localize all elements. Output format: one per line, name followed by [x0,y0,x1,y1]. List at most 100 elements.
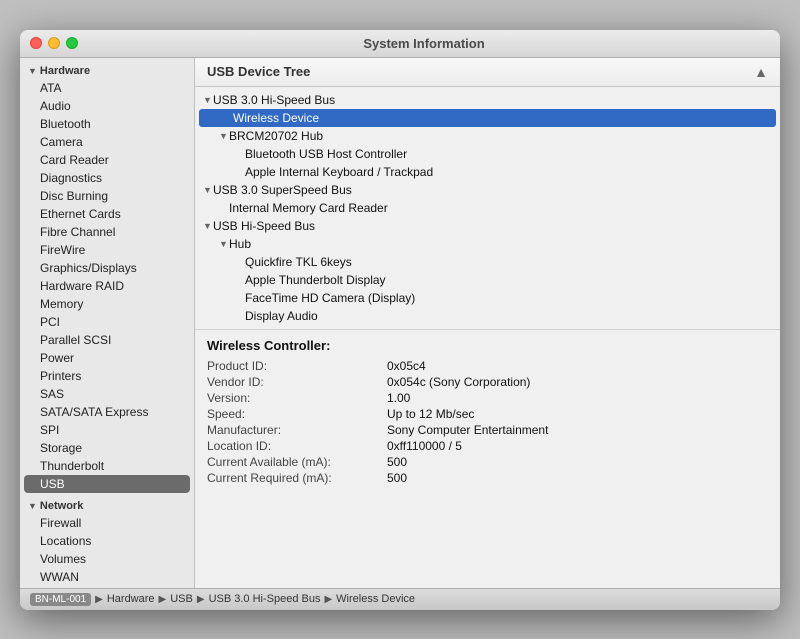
main-window: System Information ▼ HardwareATAAudioBlu… [20,30,780,610]
breadcrumb-separator-0: ▶ [95,594,103,605]
sidebar-section-hardware: ▼ HardwareATAAudioBluetoothCameraCard Re… [20,62,194,493]
breadcrumb-separator-2: ▶ [197,594,205,605]
minimize-button[interactable] [48,37,60,49]
sidebar-item-spi[interactable]: SPI [20,421,194,439]
sidebar-item-hardware-raid[interactable]: Hardware RAID [20,277,194,295]
tree-label-4: Apple Internal Keyboard / Trackpad [245,165,433,179]
sidebar-item-disc-burning[interactable]: Disc Burning [20,187,194,205]
tree-item-8[interactable]: ▼Hub [195,235,780,253]
detail-value-3: Up to 12 Mb/sec [387,407,474,421]
main-header-title: USB Device Tree [207,64,310,79]
detail-value-0: 0x05c4 [387,359,426,373]
detail-row-1: Vendor ID:0x054c (Sony Corporation) [207,375,768,389]
tree-item-11[interactable]: FaceTime HD Camera (Display) [195,289,780,307]
sidebar-item-parallel-scsi[interactable]: Parallel SCSI [20,331,194,349]
sidebar-item-firewire[interactable]: FireWire [20,241,194,259]
detail-value-6: 500 [387,455,407,469]
detail-row-3: Speed:Up to 12 Mb/sec [207,407,768,421]
detail-row-4: Manufacturer:Sony Computer Entertainment [207,423,768,437]
tree-triangle-0: ▼ [203,95,213,105]
sidebar-item-power[interactable]: Power [20,349,194,367]
tree-item-7[interactable]: ▼USB Hi-Speed Bus [195,217,780,235]
close-button[interactable] [30,37,42,49]
detail-label-3: Speed: [207,407,387,421]
detail-label-2: Version: [207,391,387,405]
detail-row-6: Current Available (mA):500 [207,455,768,469]
tree-label-8: Hub [229,237,251,251]
detail-value-5: 0xff110000 / 5 [387,439,462,453]
sidebar-section-network: ▼ NetworkFirewallLocationsVolumesWWANWi-… [20,497,194,588]
tree-item-10[interactable]: Apple Thunderbolt Display [195,271,780,289]
breadcrumb-item-2: USB 3.0 Hi-Speed Bus [209,593,321,605]
main-panel: USB Device Tree ▲ ▼USB 3.0 Hi-Speed BusW… [195,58,780,588]
sidebar-item-card-reader[interactable]: Card Reader [20,151,194,169]
sidebar-item-bluetooth[interactable]: Bluetooth [20,115,194,133]
tree-area: ▼USB 3.0 Hi-Speed BusWireless Device▼BRC… [195,87,780,329]
tree-item-3[interactable]: Bluetooth USB Host Controller [195,145,780,163]
sidebar-item-graphics-displays[interactable]: Graphics/Displays [20,259,194,277]
detail-title: Wireless Controller: [207,338,768,353]
breadcrumb-separator-1: ▶ [159,594,167,605]
tree-triangle-2: ▼ [219,131,229,141]
sidebar-item-pci[interactable]: PCI [20,313,194,331]
statusbar-chip: BN-ML-001 [30,593,91,606]
sidebar-item-camera[interactable]: Camera [20,133,194,151]
content-area: ▼ HardwareATAAudioBluetoothCameraCard Re… [20,58,780,588]
collapse-icon[interactable]: ▲ [754,64,768,80]
tree-item-2[interactable]: ▼BRCM20702 Hub [195,127,780,145]
sidebar-item-memory[interactable]: Memory [20,295,194,313]
sidebar-item-sata-sata-express[interactable]: SATA/SATA Express [20,403,194,421]
tree-label-11: FaceTime HD Camera (Display) [245,291,415,305]
tree-label-5: USB 3.0 SuperSpeed Bus [213,183,352,197]
sidebar-item-wwan[interactable]: WWAN [20,568,194,586]
tree-label-12: Display Audio [245,309,318,323]
breadcrumb-item-3: Wireless Device [336,593,415,605]
tree-item-6[interactable]: Internal Memory Card Reader [195,199,780,217]
detail-row-0: Product ID:0x05c4 [207,359,768,373]
detail-row-7: Current Required (mA):500 [207,471,768,485]
statusbar: BN-ML-001 ▶ Hardware ▶ USB ▶ USB 3.0 Hi-… [20,588,780,610]
main-body: ▼USB 3.0 Hi-Speed BusWireless Device▼BRC… [195,87,780,588]
tree-label-3: Bluetooth USB Host Controller [245,147,407,161]
tree-item-5[interactable]: ▼USB 3.0 SuperSpeed Bus [195,181,780,199]
detail-row-5: Location ID:0xff110000 / 5 [207,439,768,453]
sidebar-item-ethernet-cards[interactable]: Ethernet Cards [20,205,194,223]
sidebar-item-diagnostics[interactable]: Diagnostics [20,169,194,187]
sidebar-item-audio[interactable]: Audio [20,97,194,115]
sidebar-item-ata[interactable]: ATA [20,79,194,97]
tree-label-7: USB Hi-Speed Bus [213,219,315,233]
sidebar-item-sas[interactable]: SAS [20,385,194,403]
tree-item-0[interactable]: ▼USB 3.0 Hi-Speed Bus [195,91,780,109]
tree-triangle-5: ▼ [203,185,213,195]
sidebar-item-storage[interactable]: Storage [20,439,194,457]
sidebar-item-printers[interactable]: Printers [20,367,194,385]
tree-item-9[interactable]: Quickfire TKL 6keys [195,253,780,271]
traffic-lights [30,37,78,49]
sidebar-item-thunderbolt[interactable]: Thunderbolt [20,457,194,475]
sidebar-section-header-1[interactable]: ▼ Network [20,497,194,514]
sidebar-item-firewall[interactable]: Firewall [20,514,194,532]
detail-value-7: 500 [387,471,407,485]
detail-value-4: Sony Computer Entertainment [387,423,548,437]
tree-item-12[interactable]: Display Audio [195,307,780,325]
titlebar: System Information [20,30,780,58]
window-title: System Information [78,36,770,51]
tree-label-0: USB 3.0 Hi-Speed Bus [213,93,335,107]
detail-row-2: Version:1.00 [207,391,768,405]
tree-label-1: Wireless Device [233,111,319,125]
maximize-button[interactable] [66,37,78,49]
sidebar-item-locations[interactable]: Locations [20,532,194,550]
sidebar-item-volumes[interactable]: Volumes [20,550,194,568]
sidebar-item-fibre-channel[interactable]: Fibre Channel [20,223,194,241]
detail-label-5: Location ID: [207,439,387,453]
section-arrow-1: ▼ [28,501,37,511]
tree-item-1[interactable]: Wireless Device [199,109,776,127]
sidebar-section-header-0[interactable]: ▼ Hardware [20,62,194,79]
detail-rows: Product ID:0x05c4 Vendor ID:0x054c (Sony … [207,359,768,485]
tree-label-2: BRCM20702 Hub [229,129,323,143]
breadcrumb-item-1: USB [170,593,193,605]
detail-label-4: Manufacturer: [207,423,387,437]
tree-triangle-7: ▼ [203,221,213,231]
tree-item-4[interactable]: Apple Internal Keyboard / Trackpad [195,163,780,181]
sidebar-item-usb[interactable]: USB [24,475,190,493]
